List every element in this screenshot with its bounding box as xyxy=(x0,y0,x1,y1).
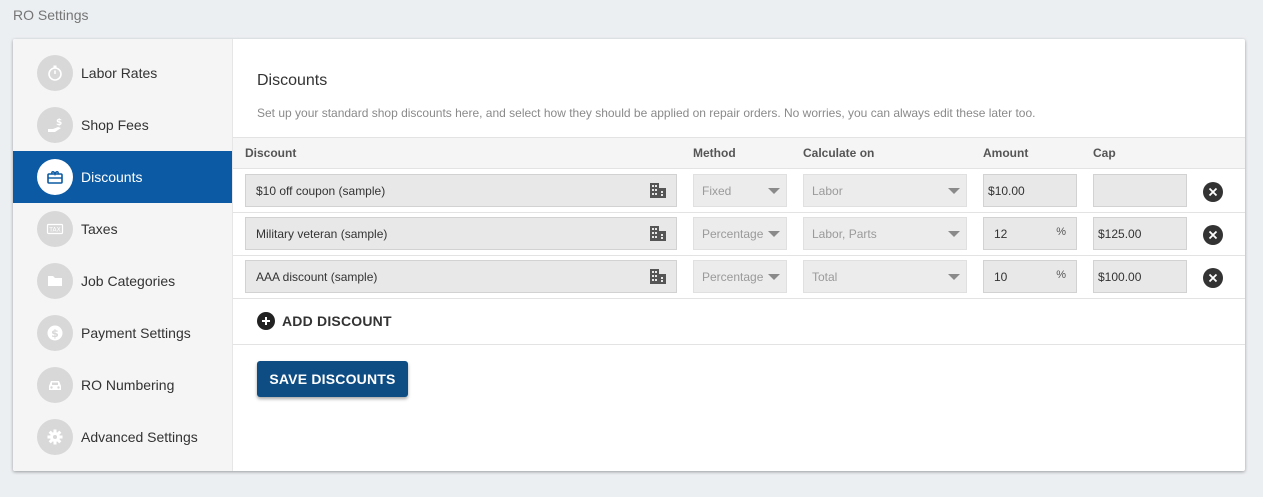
method-value: Percentage xyxy=(702,269,764,284)
sidebar-item-label: RO Numbering xyxy=(81,377,175,393)
building-icon xyxy=(650,269,666,284)
chevron-down-icon xyxy=(948,274,960,280)
remove-discount-button[interactable] xyxy=(1203,225,1223,245)
sidebar-item-taxes[interactable]: TAX Taxes xyxy=(13,203,232,255)
column-header-cap: Cap xyxy=(1093,146,1116,160)
discount-name-value: AAA discount (sample) xyxy=(256,269,378,284)
car-icon xyxy=(37,367,73,403)
gear-icon xyxy=(37,419,73,455)
tax-icon: TAX xyxy=(37,211,73,247)
cap-input[interactable] xyxy=(1093,174,1187,207)
discounts-panel: Discounts Set up your standard shop disc… xyxy=(233,39,1245,471)
sidebar-item-label: Job Categories xyxy=(81,273,176,289)
amount-input[interactable]: 12 % xyxy=(983,217,1077,250)
chevron-down-icon xyxy=(768,274,780,280)
building-icon xyxy=(650,183,666,198)
chevron-down-icon xyxy=(768,188,780,194)
calculate-on-value: Labor xyxy=(812,183,843,198)
cap-input[interactable]: $100.00 xyxy=(1093,260,1187,293)
sidebar-item-payment-settings[interactable]: $ Payment Settings xyxy=(13,307,232,359)
close-icon xyxy=(1208,273,1218,283)
calculate-on-value: Labor, Parts xyxy=(812,226,877,241)
method-select[interactable]: Percentage xyxy=(693,260,787,293)
save-discounts-button[interactable]: SAVE DISCOUNTS xyxy=(257,361,408,397)
sidebar-item-labor-rates[interactable]: Labor Rates xyxy=(13,47,232,99)
amount-input[interactable]: $10.00 xyxy=(983,174,1077,207)
table-row: $10 off coupon (sample) Fixed Labor $10.… xyxy=(233,170,1245,213)
settings-card: Labor Rates $ Shop Fees Discounts TAX Ta… xyxy=(13,39,1245,471)
tax-icon-text: TAX xyxy=(48,227,60,234)
chevron-down-icon xyxy=(948,231,960,237)
folder-icon xyxy=(37,263,73,299)
cap-value: $125.00 xyxy=(1098,226,1142,241)
coupon-icon xyxy=(37,159,73,195)
building-icon xyxy=(650,226,666,241)
section-description: Set up your standard shop discounts here… xyxy=(257,106,1036,120)
remove-discount-button[interactable] xyxy=(1203,182,1223,202)
column-header-calculate-on: Calculate on xyxy=(803,146,875,160)
method-select[interactable]: Fixed xyxy=(693,174,787,207)
sidebar-item-label: Taxes xyxy=(81,221,118,237)
discount-name-input[interactable]: Military veteran (sample) xyxy=(245,217,677,250)
method-value: Percentage xyxy=(702,226,764,241)
sidebar: Labor Rates $ Shop Fees Discounts TAX Ta… xyxy=(13,39,233,471)
column-header-method: Method xyxy=(693,146,736,160)
stopwatch-icon xyxy=(37,55,73,91)
dollar-coin-icon: $ xyxy=(37,315,73,351)
cap-value: $100.00 xyxy=(1098,269,1142,284)
add-discount-row: ADD DISCOUNT xyxy=(233,299,1245,345)
sidebar-item-label: Advanced Settings xyxy=(81,429,198,445)
amount-prefix: $ xyxy=(988,183,995,198)
sidebar-item-advanced-settings[interactable]: Advanced Settings xyxy=(13,411,232,463)
discount-name-value: $10 off coupon (sample) xyxy=(256,183,386,198)
add-discount-button[interactable]: ADD DISCOUNT xyxy=(257,312,392,330)
method-select[interactable]: Percentage xyxy=(693,217,787,250)
method-value: Fixed xyxy=(702,183,732,198)
hand-dollar-icon: $ xyxy=(37,107,73,143)
sidebar-item-label: Shop Fees xyxy=(81,117,149,133)
sidebar-item-label: Discounts xyxy=(81,169,143,185)
table-header: Discount Method Calculate on Amount Cap xyxy=(233,137,1245,169)
svg-text:$: $ xyxy=(56,118,62,128)
calculate-on-select[interactable]: Total xyxy=(803,260,967,293)
section-title: Discounts xyxy=(257,72,328,89)
amount-suffix: % xyxy=(1056,269,1066,281)
chevron-down-icon xyxy=(948,188,960,194)
amount-value: 10.00 xyxy=(994,183,1025,198)
page-title: RO Settings xyxy=(13,7,89,23)
sidebar-item-ro-numbering[interactable]: RO Numbering xyxy=(13,359,232,411)
svg-text:$: $ xyxy=(51,327,59,340)
chevron-down-icon xyxy=(768,231,780,237)
sidebar-item-label: Labor Rates xyxy=(81,65,158,81)
discount-name-input[interactable]: $10 off coupon (sample) xyxy=(245,174,677,207)
close-icon xyxy=(1208,230,1218,240)
sidebar-item-label: Payment Settings xyxy=(81,325,191,341)
calculate-on-select[interactable]: Labor xyxy=(803,174,967,207)
amount-input[interactable]: 10 % xyxy=(983,260,1077,293)
discount-name-input[interactable]: AAA discount (sample) xyxy=(245,260,677,293)
calculate-on-value: Total xyxy=(812,269,838,284)
sidebar-item-job-categories[interactable]: Job Categories xyxy=(13,255,232,307)
add-discount-label: ADD DISCOUNT xyxy=(282,313,392,329)
cap-input[interactable]: $125.00 xyxy=(1093,217,1187,250)
column-header-amount: Amount xyxy=(983,146,1029,160)
amount-value: 12 xyxy=(994,226,1008,241)
plus-icon xyxy=(257,312,275,330)
close-icon xyxy=(1208,187,1218,197)
remove-discount-button[interactable] xyxy=(1203,268,1223,288)
sidebar-item-discounts[interactable]: Discounts xyxy=(13,151,232,203)
amount-value: 10 xyxy=(994,269,1008,284)
column-header-discount: Discount xyxy=(245,146,297,160)
discount-name-value: Military veteran (sample) xyxy=(256,226,388,241)
sidebar-item-shop-fees[interactable]: $ Shop Fees xyxy=(13,99,232,151)
calculate-on-select[interactable]: Labor, Parts xyxy=(803,217,967,250)
table-row: Military veteran (sample) Percentage Lab… xyxy=(233,213,1245,256)
amount-suffix: % xyxy=(1056,226,1066,238)
table-row: AAA discount (sample) Percentage Total 1… xyxy=(233,256,1245,299)
